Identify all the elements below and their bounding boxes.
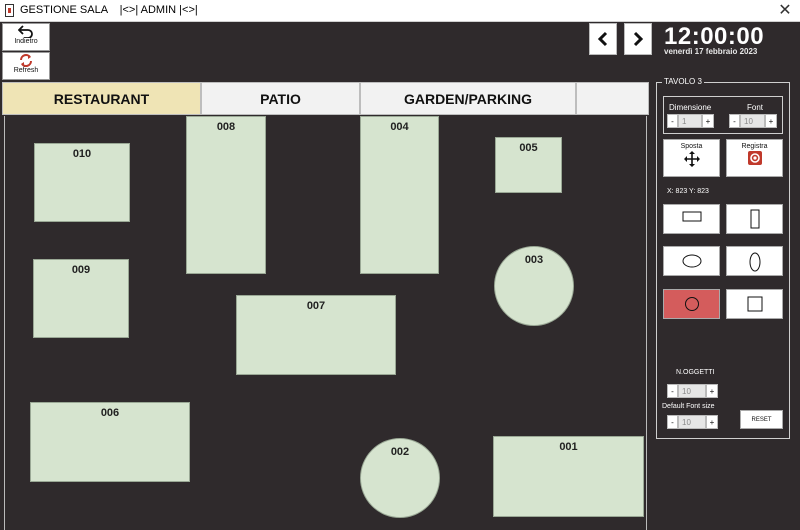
dimensione-increase-button[interactable]: + [702,114,714,128]
shape-vertical-rect-button[interactable] [726,204,783,234]
n-oggetti-decrease-button[interactable]: - [667,384,678,398]
default-font-value[interactable]: 10 [678,415,706,429]
tab-empty[interactable] [576,82,649,115]
reset-button[interactable]: RESET [740,410,783,429]
shape-vertical-oval-button[interactable] [726,246,783,276]
shape-square-button[interactable] [726,289,783,319]
vertical-rectangle-icon [750,209,759,229]
default-font-stepper[interactable]: - 10 + [667,415,718,429]
shape-horizontal-oval-button[interactable] [663,246,720,276]
dimensione-stepper[interactable]: - 1 + [667,114,714,128]
font-increase-button[interactable]: + [765,114,777,128]
default-font-decrease-button[interactable]: - [667,415,678,429]
move-button[interactable]: Sposta [663,139,720,177]
chevron-right-icon [633,31,644,47]
table-005[interactable]: 005 [495,137,562,193]
previous-button[interactable] [589,23,617,55]
chevron-left-icon [597,31,608,47]
font-stepper[interactable]: - 10 + [729,114,777,128]
n-oggetti-increase-button[interactable]: + [706,384,718,398]
table-009[interactable]: 009 [33,259,129,338]
move-arrows-icon [683,151,700,167]
window-title: GESTIONE SALA |<>| ADMIN |<>| [20,4,198,16]
next-button[interactable] [624,23,652,55]
font-label: Font [747,103,764,112]
save-button-label: Registra [741,143,768,150]
font-decrease-button[interactable]: - [729,114,740,128]
table-008[interactable]: 008 [186,116,266,274]
refresh-button[interactable]: Refresh [2,52,50,80]
square-icon [747,296,762,312]
current-date: venerdì 17 febbraio 2023 [664,47,758,56]
dimensione-value[interactable]: 1 [678,114,702,128]
room-tabs: RESTAURANT PATIO GARDEN/PARKING [2,82,649,116]
back-button[interactable]: Indietro [2,23,50,51]
default-font-increase-button[interactable]: + [706,415,718,429]
font-value[interactable]: 10 [740,114,765,128]
back-button-label: Indietro [14,38,38,45]
tab-patio[interactable]: PATIO [201,82,360,115]
n-oggetti-value[interactable]: 10 [678,384,706,398]
horizontal-oval-icon [682,254,701,268]
tab-garden-parking[interactable]: GARDEN/PARKING [360,82,576,115]
title-bar: GESTIONE SALA |<>| ADMIN |<>| ✕ [0,0,800,22]
panel-title: TAVOLO 3 [662,77,704,86]
save-button[interactable]: Registra [726,139,783,177]
n-oggetti-label: N.OGGETTI [676,369,715,376]
table-007[interactable]: 007 [236,295,396,375]
horizontal-rectangle-icon [682,211,701,222]
table-001[interactable]: 001 [493,436,644,517]
tab-restaurant[interactable]: RESTAURANT [2,82,201,115]
undo-arrow-icon [18,25,33,38]
shape-circle-button[interactable] [663,289,720,319]
vertical-oval-icon [749,252,760,272]
n-oggetti-stepper[interactable]: - 10 + [667,384,718,398]
table-004[interactable]: 004 [360,116,439,274]
table-002[interactable]: 002 [360,438,440,518]
app-icon [5,4,14,17]
dimensione-label: Dimensione [669,103,712,112]
table-003[interactable]: 003 [494,246,574,326]
shape-horizontal-rect-button[interactable] [663,204,720,234]
dimensione-decrease-button[interactable]: - [667,114,678,128]
coordinates-readout: X: 823 Y: 823 [667,188,709,195]
record-icon [747,151,762,165]
table-006[interactable]: 006 [30,402,190,482]
default-font-label: Default Font size [662,403,715,410]
table-010[interactable]: 010 [34,143,130,222]
floor-plan: 010 008 004 005 009 003 007 006 002 001 [4,116,647,530]
move-button-label: Sposta [680,143,703,150]
circle-icon [684,297,699,311]
refresh-button-label: Refresh [13,67,39,74]
refresh-icon [20,54,32,67]
close-button[interactable]: ✕ [770,0,800,21]
